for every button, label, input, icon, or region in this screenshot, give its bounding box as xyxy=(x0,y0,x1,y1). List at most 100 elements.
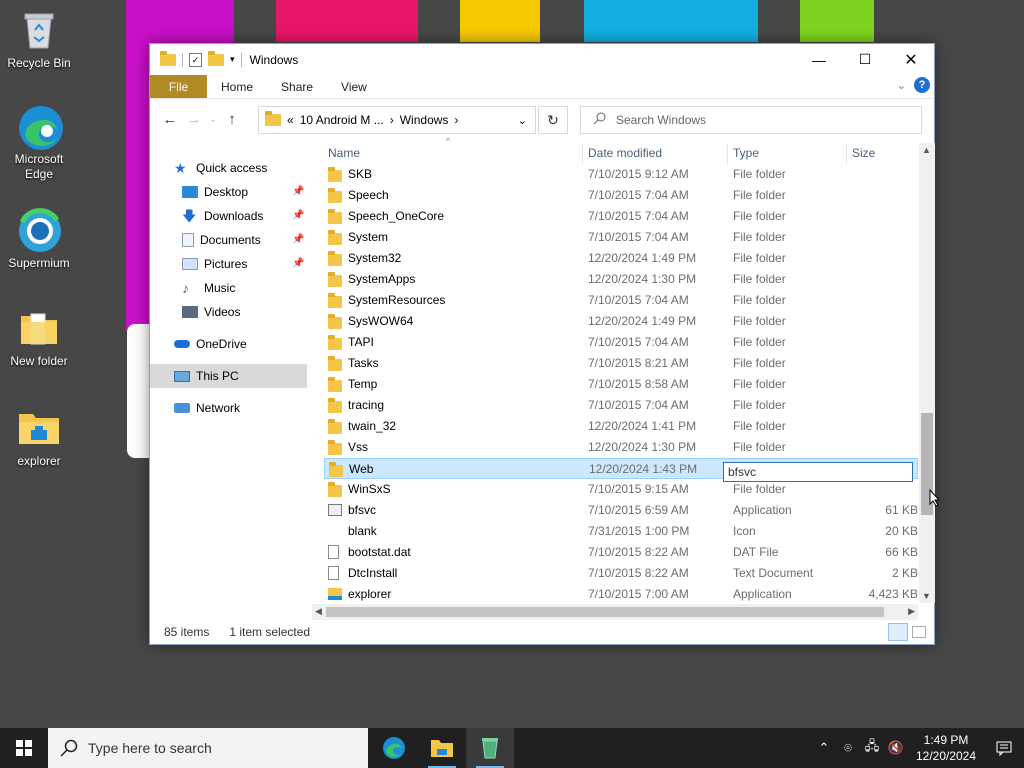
desktop-icon-recycle-bin[interactable]: Recycle Bin xyxy=(2,8,76,71)
nav-network[interactable]: Network xyxy=(174,396,240,420)
file-type: File folder xyxy=(733,314,786,328)
tab-view[interactable]: View xyxy=(327,75,381,98)
file-row[interactable]: blank 7/31/2015 1:00 PM Icon 20 KB xyxy=(324,521,918,542)
nav-desktop[interactable]: Desktop xyxy=(182,180,248,204)
chevron-right-icon[interactable]: › xyxy=(454,113,458,127)
horizontal-scrollbar[interactable]: ◀ ▶ xyxy=(312,604,918,620)
scroll-left-icon[interactable]: ◀ xyxy=(315,606,322,617)
file-row[interactable]: SysWOW64 12/20/2024 1:49 PM File folder xyxy=(324,311,918,332)
column-header-type[interactable]: Type xyxy=(733,146,759,160)
maximize-button[interactable]: ☐ xyxy=(842,44,888,75)
file-row[interactable]: SystemApps 12/20/2024 1:30 PM File folder xyxy=(324,269,918,290)
details-view-button[interactable] xyxy=(888,623,908,641)
folder-icon xyxy=(328,251,342,266)
chevron-up-icon[interactable]: ⌃ xyxy=(812,740,836,756)
column-header-date[interactable]: Date modified xyxy=(588,146,662,160)
file-row[interactable]: SystemResources 7/10/2015 7:04 AM File fol… xyxy=(324,290,918,311)
pin-icon[interactable]: 📌 xyxy=(292,210,304,221)
file-row[interactable]: WinSxS 7/10/2015 9:15 AM File folder xyxy=(324,479,918,500)
network-icon[interactable]: 🖧 xyxy=(860,737,884,759)
file-row[interactable]: explorer 7/10/2015 7:00 AM Application 4,42… xyxy=(324,584,918,605)
up-button[interactable]: ↑ xyxy=(220,111,244,128)
file-row[interactable]: Speech_OneCore 7/10/2015 7:04 AM File fold… xyxy=(324,206,918,227)
taskbar-recycle-app[interactable] xyxy=(466,728,514,768)
nav-quick-access[interactable]: ★ Quick access xyxy=(174,156,267,180)
taskbar: Type here to search ⌃ ⌾ 🖧 🔇 1:49 PM 12/2… xyxy=(0,728,1024,768)
file-name: DtcInstall xyxy=(348,566,398,580)
wallpaper-stripe-yellow xyxy=(460,0,540,42)
file-type: File folder xyxy=(733,356,786,370)
pin-icon[interactable]: 📌 xyxy=(292,258,304,269)
taskbar-file-explorer[interactable] xyxy=(418,728,466,768)
back-button[interactable]: ← xyxy=(158,111,182,128)
volume-muted-icon[interactable]: 🔇 xyxy=(884,740,908,756)
desktop-icon-edge[interactable]: Microsoft Edge xyxy=(2,104,76,182)
tab-share[interactable]: Share xyxy=(267,75,327,98)
clock[interactable]: 1:49 PM 12/20/2024 xyxy=(908,732,984,764)
pin-icon[interactable]: 📌 xyxy=(292,234,304,245)
address-bar[interactable]: « 10 Android M ... › Windows › ⌄ xyxy=(258,106,536,134)
file-row[interactable]: Tasks 7/10/2015 8:21 AM File folder xyxy=(324,353,918,374)
window-title: Windows xyxy=(249,52,299,67)
taskbar-search[interactable]: Type here to search xyxy=(48,728,368,768)
desktop-icon-supermium[interactable]: Supermium xyxy=(2,208,76,271)
vertical-scrollbar[interactable]: ▲ ▼ xyxy=(919,143,935,603)
column-header-name[interactable]: Name xyxy=(328,146,360,160)
properties-icon[interactable]: ✓ xyxy=(189,52,202,67)
file-row[interactable]: twain_32 12/20/2024 1:41 PM File folder xyxy=(324,416,918,437)
file-row[interactable]: System 7/10/2015 7:04 AM File folder xyxy=(324,227,918,248)
recent-locations-button[interactable]: ⌄ xyxy=(206,114,220,125)
start-button[interactable] xyxy=(0,728,48,768)
refresh-button[interactable]: ↻ xyxy=(538,106,568,134)
nav-this-pc[interactable]: This PC xyxy=(150,364,307,388)
nav-documents[interactable]: Documents xyxy=(182,228,261,252)
large-icons-view-button[interactable] xyxy=(912,626,926,638)
close-button[interactable]: ✕ xyxy=(888,44,934,75)
scroll-right-icon[interactable]: ▶ xyxy=(908,606,915,617)
tab-file[interactable]: File xyxy=(150,75,207,98)
breadcrumb-overflow[interactable]: « xyxy=(287,113,294,127)
nav-downloads[interactable]: 🡇 Downloads xyxy=(182,204,263,228)
folder-icon xyxy=(328,419,342,434)
file-row[interactable]: DtcInstall 7/10/2015 8:22 AM Text Document… xyxy=(324,563,918,584)
scroll-down-icon[interactable]: ▼ xyxy=(922,591,931,601)
customize-toolbar-icon[interactable]: ▾ xyxy=(230,54,235,65)
file-name: explorer xyxy=(348,587,392,601)
file-row[interactable]: Temp 7/10/2015 8:58 AM File folder xyxy=(324,374,918,395)
breadcrumb-segment[interactable]: 10 Android M ... xyxy=(300,113,384,127)
expand-ribbon-icon[interactable]: ⌄ xyxy=(897,79,906,92)
desktop-icon-explorer[interactable]: explorer xyxy=(2,406,76,469)
tab-home[interactable]: Home xyxy=(207,75,267,98)
help-icon[interactable]: ? xyxy=(914,77,930,93)
column-header-size[interactable]: Size xyxy=(852,146,875,160)
chevron-right-icon[interactable]: › xyxy=(390,113,394,127)
address-dropdown-icon[interactable]: ⌄ xyxy=(518,114,527,127)
file-row[interactable]: bfsvc 7/10/2015 6:59 AM Application 61 KB xyxy=(324,500,918,521)
file-row[interactable]: SKB 7/10/2015 9:12 AM File folder xyxy=(324,164,918,185)
file-row[interactable]: Web 12/20/2024 1:43 PM bfsvc xyxy=(324,458,918,482)
new-folder-icon[interactable] xyxy=(208,50,224,66)
notification-icon[interactable] xyxy=(984,740,1024,756)
desktop-icon-new-folder[interactable]: New folder xyxy=(2,306,76,369)
nav-pictures[interactable]: Pictures xyxy=(182,252,247,276)
search-box[interactable]: Search Windows xyxy=(580,106,922,134)
breadcrumb-segment[interactable]: Windows xyxy=(400,113,449,127)
nav-onedrive[interactable]: OneDrive xyxy=(174,332,247,356)
file-row[interactable]: System32 12/20/2024 1:49 PM File folder xyxy=(324,248,918,269)
forward-button[interactable]: → xyxy=(182,111,206,128)
taskbar-edge[interactable] xyxy=(370,728,418,768)
file-row[interactable]: Vss 12/20/2024 1:30 PM File folder xyxy=(324,437,918,458)
minimize-button[interactable]: — xyxy=(796,44,842,75)
file-row[interactable]: bootstat.dat 7/10/2015 8:22 AM DAT File 66 … xyxy=(324,542,918,563)
scrollbar-thumb[interactable] xyxy=(326,607,884,617)
scroll-up-icon[interactable]: ▲ xyxy=(922,145,931,155)
title-bar[interactable]: ✓ ▾ Windows — ☐ ✕ xyxy=(150,44,934,75)
pin-icon[interactable]: 📌 xyxy=(292,186,304,197)
file-row[interactable]: Speech 7/10/2015 7:04 AM File folder xyxy=(324,185,918,206)
file-row[interactable]: TAPI 7/10/2015 7:04 AM File folder xyxy=(324,332,918,353)
nav-music[interactable]: ♪ Music xyxy=(182,276,235,300)
nav-videos[interactable]: Videos xyxy=(182,300,240,324)
file-row[interactable]: tracing 7/10/2015 7:04 AM File folder xyxy=(324,395,918,416)
file-size: 66 KB xyxy=(885,545,918,559)
webcam-icon[interactable]: ⌾ xyxy=(836,740,860,756)
